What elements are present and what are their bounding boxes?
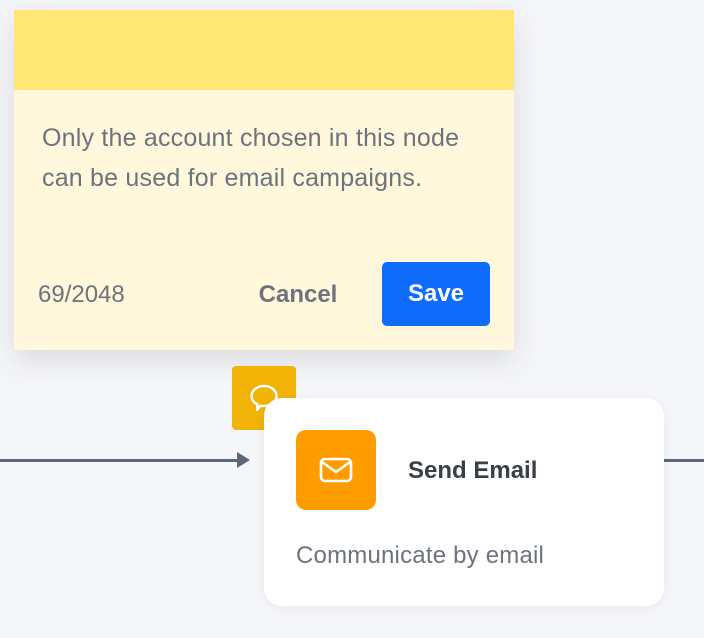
sticky-note: Only the account chosen in this node can… bbox=[14, 10, 514, 350]
connector-line-right bbox=[664, 459, 704, 462]
node-title: Send Email bbox=[408, 457, 538, 484]
connector-line-left bbox=[0, 459, 240, 462]
note-text[interactable]: Only the account chosen in this node can… bbox=[42, 118, 482, 198]
sticky-note-header bbox=[14, 10, 514, 90]
character-counter: 69/2048 bbox=[38, 281, 125, 308]
send-email-node[interactable]: Send Email Communicate by email bbox=[264, 398, 664, 606]
cancel-button[interactable]: Cancel bbox=[240, 272, 356, 318]
save-button[interactable]: Save bbox=[382, 262, 490, 326]
envelope-icon bbox=[319, 457, 353, 483]
connector-arrow-icon bbox=[237, 452, 250, 468]
node-icon-tile bbox=[296, 430, 376, 510]
node-description: Communicate by email bbox=[296, 542, 545, 569]
